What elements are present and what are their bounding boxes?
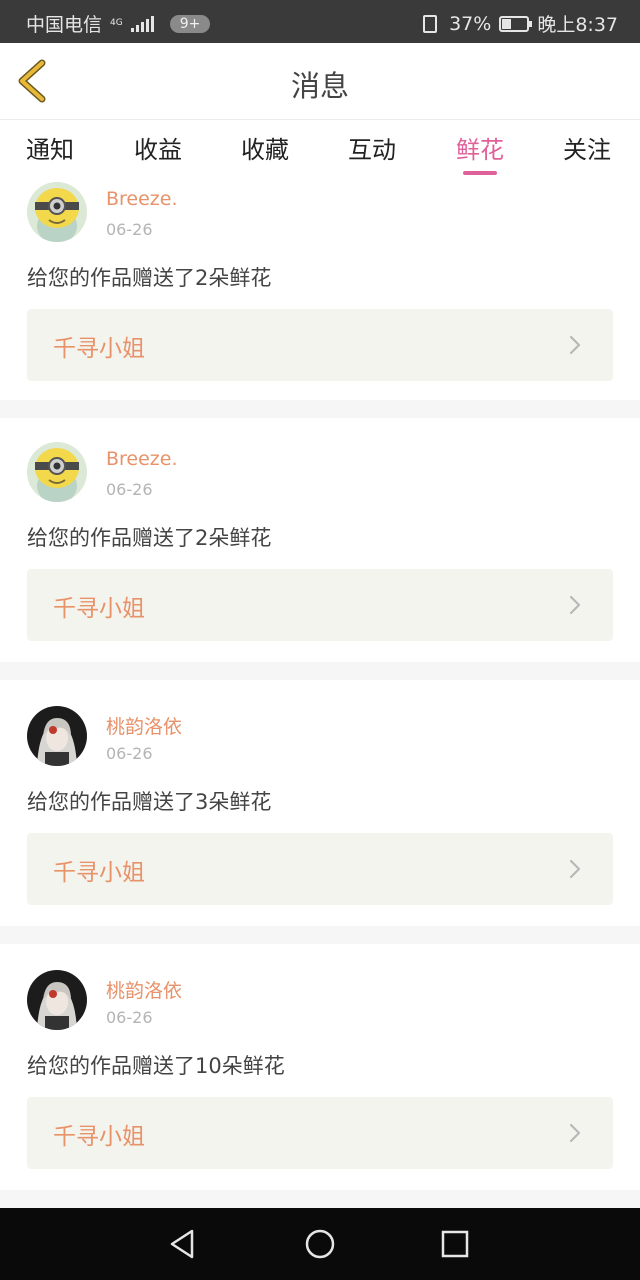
square-recents-icon[interactable]	[437, 1226, 473, 1262]
tab-notifications[interactable]: 通知	[26, 130, 74, 165]
work-title: 千寻小姐	[53, 1124, 145, 1150]
message-text: 给您的作品赠送了10朵鲜花	[27, 1054, 285, 1078]
active-tab-indicator	[463, 171, 497, 175]
username[interactable]: 桃韵洛依	[106, 976, 182, 1003]
avatar[interactable]	[27, 706, 87, 766]
battery-percent: 37%	[449, 12, 492, 35]
work-link[interactable]: 千寻小姐	[27, 833, 613, 905]
message-date: 06-26	[106, 220, 153, 239]
minion-avatar	[27, 442, 87, 502]
anime-girl-avatar	[27, 706, 87, 766]
chevron-right-icon	[569, 595, 581, 615]
avatar[interactable]	[27, 182, 87, 242]
message-card: Breeze. 06-26 给您的作品赠送了2朵鲜花千寻小姐	[0, 418, 640, 662]
network-type: 4G	[110, 18, 123, 28]
system-nav-bar	[0, 1208, 640, 1280]
page-title: 消息	[290, 69, 349, 103]
avatar[interactable]	[27, 970, 87, 1030]
chevron-right-icon	[569, 859, 581, 879]
card-divider	[0, 400, 640, 418]
notification-count-badge: 9+	[169, 14, 211, 33]
tab-favorites[interactable]: 收藏	[241, 130, 289, 165]
header-bar: 消息	[0, 43, 640, 120]
work-link[interactable]: 千寻小姐	[27, 309, 613, 381]
username[interactable]: 桃韵洛依	[106, 712, 182, 739]
signal-icon	[130, 15, 154, 32]
status-left: 中国电信 4G 9+	[26, 10, 211, 37]
chevron-right-icon	[569, 335, 581, 355]
card-divider	[0, 1190, 640, 1208]
message-text: 给您的作品赠送了3朵鲜花	[27, 790, 272, 814]
message-card: 桃韵洛依 06-26 给您的作品赠送了3朵鲜花千寻小姐	[0, 680, 640, 926]
message-card: Breeze. 06-26 给您的作品赠送了2朵鲜花千寻小姐	[0, 178, 640, 400]
message-text: 给您的作品赠送了2朵鲜花	[27, 526, 272, 550]
message-date: 06-26	[106, 744, 153, 763]
status-bar: 中国电信 4G 9+ 37% 晚上8:37	[0, 0, 640, 43]
tab-earnings[interactable]: 收益	[134, 130, 182, 165]
triangle-back-icon[interactable]	[164, 1226, 200, 1262]
tab-interactions[interactable]: 互动	[348, 130, 396, 165]
battery-icon	[499, 15, 533, 32]
chevron-right-icon	[569, 1123, 581, 1143]
message-text: 给您的作品赠送了2朵鲜花	[27, 266, 272, 290]
vibrate-icon	[423, 14, 438, 33]
work-title: 千寻小姐	[53, 336, 145, 362]
tab-follows[interactable]: 关注	[563, 130, 611, 165]
avatar[interactable]	[27, 442, 87, 502]
status-right: 37% 晚上8:37	[419, 10, 618, 37]
anime-girl-avatar	[27, 970, 87, 1030]
card-divider	[0, 662, 640, 680]
minion-avatar	[27, 182, 87, 242]
tab-bar: 通知 收益 收藏 互动 鲜花 关注	[0, 120, 640, 178]
message-card: 桃韵洛依 06-26 给您的作品赠送了10朵鲜花千寻小姐	[0, 944, 640, 1190]
carrier-name: 中国电信	[26, 14, 103, 36]
circle-home-icon[interactable]	[302, 1226, 338, 1262]
username[interactable]: Breeze.	[106, 188, 178, 210]
work-title: 千寻小姐	[53, 596, 145, 622]
username[interactable]: Breeze.	[106, 448, 178, 470]
message-date: 06-26	[106, 480, 153, 499]
tab-flowers[interactable]: 鲜花	[456, 130, 504, 165]
message-date: 06-26	[106, 1008, 153, 1027]
work-title: 千寻小姐	[53, 860, 145, 886]
work-link[interactable]: 千寻小姐	[27, 1097, 613, 1169]
work-link[interactable]: 千寻小姐	[27, 569, 613, 641]
clock: 晚上8:37	[537, 14, 618, 36]
card-divider	[0, 926, 640, 944]
